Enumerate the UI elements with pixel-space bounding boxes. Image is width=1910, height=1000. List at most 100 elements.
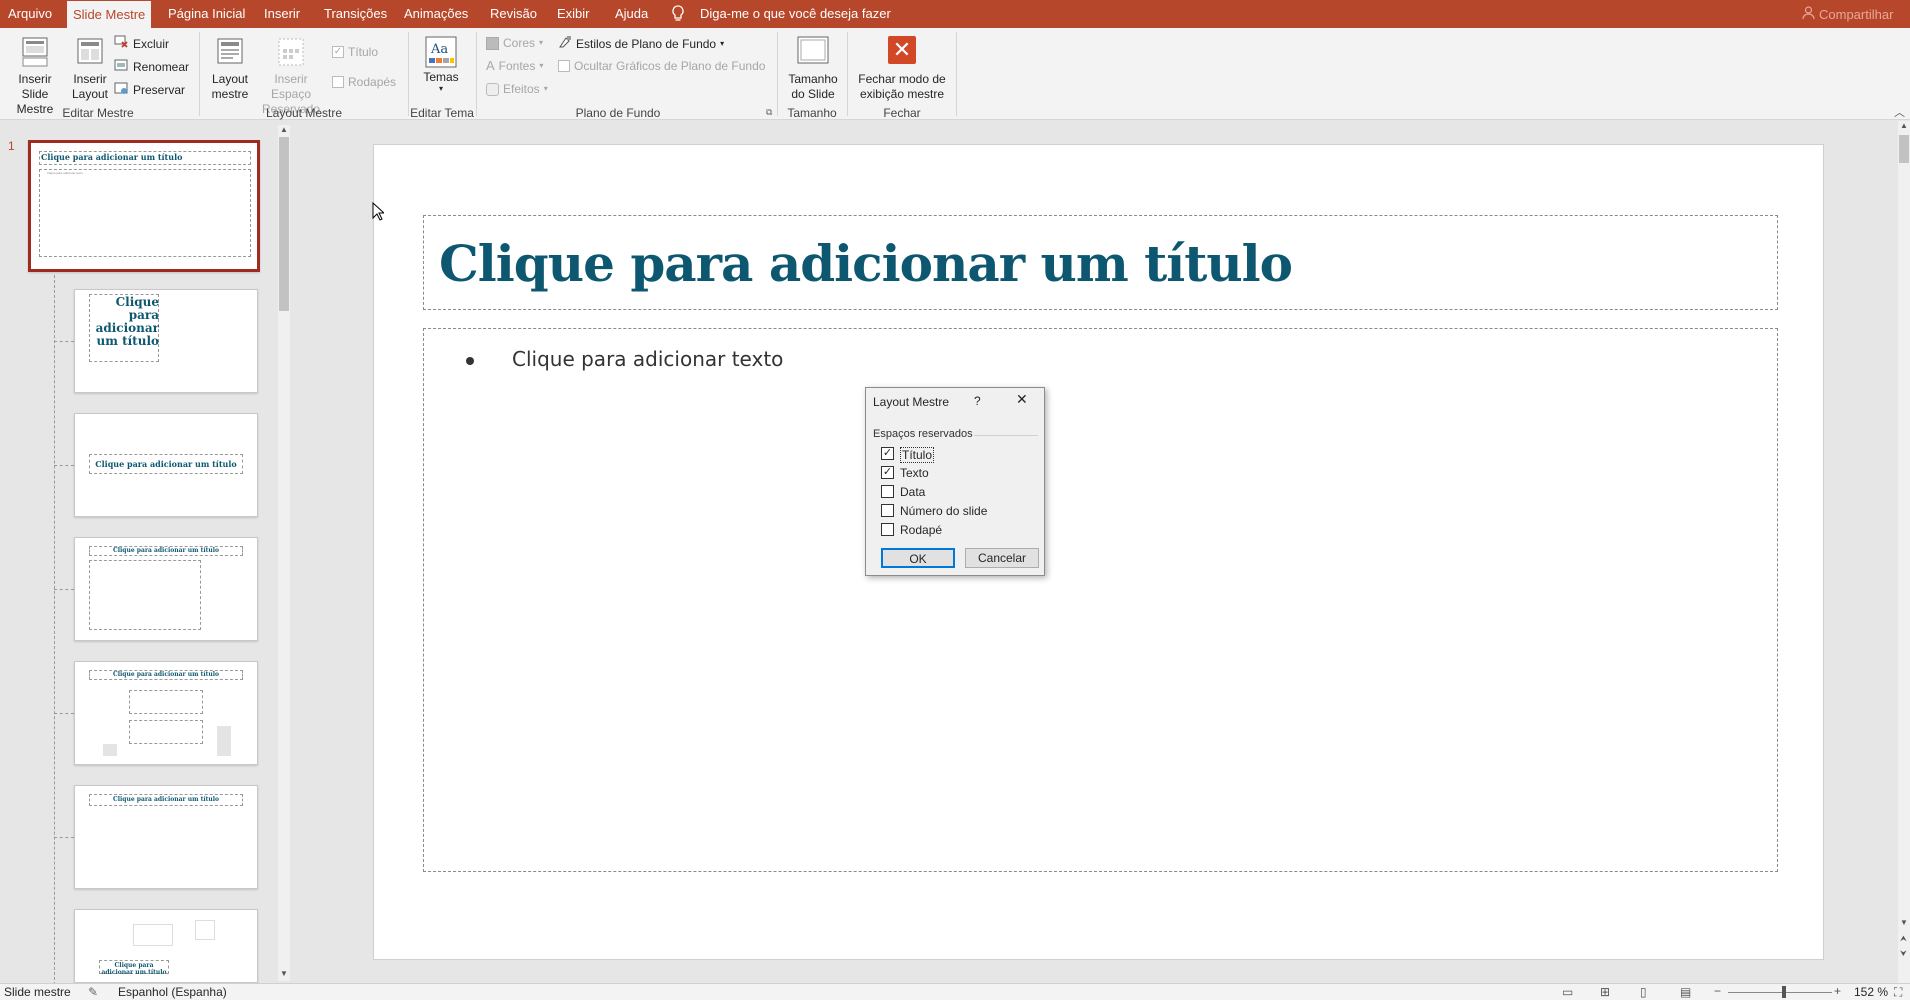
- reading-view-icon[interactable]: ▯: [1640, 985, 1647, 999]
- tab-arquivo[interactable]: Arquivo: [2, 0, 58, 28]
- close-master-label: Fechar modo de exibição mestre: [858, 72, 946, 101]
- close-icon[interactable]: ✕: [1016, 391, 1028, 408]
- canvas-scrollbar[interactable]: ▲ ▼ ⮝ ⮟: [1898, 121, 1910, 983]
- scroll-thumb[interactable]: [279, 137, 289, 311]
- zoom-slider-thumb[interactable]: [1782, 986, 1786, 998]
- fit-slide-icon[interactable]: ⛶: [1894, 985, 1902, 1000]
- scroll-down-icon[interactable]: ▼: [1900, 918, 1908, 927]
- thumbnail-layout-5[interactable]: Clique para adicionar um título: [74, 661, 258, 765]
- tab-ajuda[interactable]: Ajuda: [609, 0, 654, 28]
- scroll-up-icon[interactable]: ▲: [280, 125, 288, 134]
- help-button[interactable]: ?: [974, 394, 981, 408]
- scroll-thumb[interactable]: [1899, 135, 1909, 163]
- dialog-launcher-icon[interactable]: ⧉: [766, 107, 772, 118]
- tab-revisao[interactable]: Revisão: [484, 0, 543, 28]
- thumbnail-layout-4[interactable]: Clique para adicionar um título: [74, 537, 258, 641]
- slide-number-checkbox[interactable]: [881, 504, 894, 517]
- date-checkbox[interactable]: [881, 485, 894, 498]
- hide-background-graphics-checkbox[interactable]: Ocultar Gráficos de Plano de Fundo: [558, 58, 765, 74]
- preserve-label: Preservar: [133, 83, 186, 97]
- thumbnail-layout-2[interactable]: Clique para adicionar um título: [74, 289, 258, 393]
- tab-transicoes[interactable]: Transições: [318, 0, 393, 28]
- tab-pagina-inicial[interactable]: Página Inicial: [162, 0, 251, 28]
- collapse-ribbon-icon[interactable]: ︿: [1894, 104, 1905, 120]
- insert-layout-button[interactable]: Inserir Layout: [70, 36, 110, 102]
- text-checkbox[interactable]: ✓: [881, 466, 894, 479]
- master-layout-button[interactable]: Layout mestre: [208, 36, 252, 102]
- share-button[interactable]: Compartilhar: [1802, 6, 1893, 23]
- tree-connector: [54, 837, 74, 838]
- chevron-down-icon: ▾: [720, 39, 725, 48]
- tab-exibir[interactable]: Exibir: [551, 0, 596, 28]
- zoom-level[interactable]: 152 %: [1854, 985, 1888, 999]
- tab-slide-mestre[interactable]: Slide Mestre: [67, 1, 152, 28]
- body-placeholder[interactable]: Clique para adicionar texto: [423, 328, 1778, 872]
- cancel-button[interactable]: Cancelar: [965, 548, 1039, 568]
- zoom-slider[interactable]: [1728, 992, 1832, 993]
- date-option-label: Data: [900, 485, 926, 499]
- insert-layout-label: Inserir Layout: [71, 72, 109, 101]
- group-label-master-layout: Layout Mestre: [265, 106, 343, 120]
- language-label[interactable]: Espanhol (Espanha): [118, 985, 227, 999]
- ok-button[interactable]: OK: [881, 548, 955, 568]
- thumb-title: Clique para adicionar um título: [112, 671, 220, 678]
- themes-button[interactable]: Aa Temas ▾: [420, 36, 462, 93]
- thumbnail-layout-7[interactable]: Clique para adicionar um título: [74, 909, 258, 983]
- insert-slide-master-button[interactable]: Inserir Slide Mestre: [4, 36, 66, 117]
- text-option-label: Texto: [900, 466, 929, 480]
- bullet-icon: [466, 357, 474, 365]
- thumb-body-placeholder: [129, 720, 203, 744]
- hide-background-label: Ocultar Gráficos de Plano de Fundo: [574, 59, 766, 73]
- colors-dropdown[interactable]: Cores ▾: [486, 35, 543, 51]
- slideshow-icon[interactable]: ▤: [1680, 985, 1691, 999]
- thumbnail-pane: 1 Clique para adicionar um título Clique…: [0, 121, 296, 985]
- spelling-icon[interactable]: ✎: [88, 985, 98, 999]
- fonts-dropdown[interactable]: A Fontes ▾: [486, 58, 543, 74]
- thumbnail-layout-3[interactable]: Clique para adicionar um título: [74, 413, 258, 517]
- effects-icon: [486, 82, 499, 96]
- delete-button[interactable]: Excluir: [114, 35, 169, 53]
- tab-inserir[interactable]: Inserir: [258, 0, 306, 28]
- status-bar: Slide mestre ✎ Espanhol (Espanha) ▭ ⊞ ▯ …: [0, 983, 1910, 1000]
- normal-view-icon[interactable]: ▭: [1562, 985, 1573, 999]
- scroll-down-icon[interactable]: ▼: [280, 969, 288, 978]
- footer-checkbox[interactable]: [881, 523, 894, 536]
- background-styles-dropdown[interactable]: Estilos de Plano de Fundo ▾: [558, 35, 724, 53]
- next-slide-icon[interactable]: ⮟: [1900, 949, 1907, 959]
- thumb-decoration: [195, 920, 215, 940]
- slide-size-button[interactable]: Tamanho do Slide: [784, 34, 842, 102]
- thumb-body-placeholder: [89, 560, 201, 630]
- title-check-label: Título: [348, 45, 379, 59]
- footers-checkbox[interactable]: Rodapés: [332, 74, 396, 90]
- slide-master: Clique para adicionar um título Clique p…: [373, 144, 1824, 960]
- thumbnail-layout-6[interactable]: Clique para adicionar um título: [74, 785, 258, 889]
- previous-slide-icon[interactable]: ⮝: [1900, 934, 1907, 944]
- thumb-title: Clique para adicionar um título: [101, 962, 167, 976]
- thumb-body-text: Clique para adicionar texto: [47, 171, 83, 175]
- thumbnail-master[interactable]: Clique para adicionar um título Clique p…: [28, 140, 260, 272]
- title-checkbox[interactable]: ✓ Título: [332, 44, 378, 60]
- scroll-up-icon[interactable]: ▲: [1900, 121, 1908, 130]
- close-master-view-button[interactable]: ✕ Fechar modo de exibição mestre: [854, 36, 950, 102]
- tab-animacoes[interactable]: Animações: [398, 0, 474, 28]
- thumb-title: Clique para adicionar um título: [95, 459, 237, 469]
- tree-connector: [54, 275, 55, 985]
- zoom-out-icon[interactable]: −: [1714, 984, 1721, 998]
- svg-text:Aa: Aa: [430, 42, 448, 57]
- rename-icon: [114, 58, 129, 76]
- rename-button[interactable]: Renomear: [114, 58, 189, 76]
- slide-sorter-icon[interactable]: ⊞: [1600, 985, 1610, 999]
- zoom-in-icon[interactable]: +: [1834, 984, 1841, 998]
- tell-me-search[interactable]: Diga-me o que você deseja fazer: [694, 0, 897, 28]
- thumbnail-scrollbar[interactable]: ▲ ▼: [278, 125, 290, 981]
- title-checkbox[interactable]: ✓: [881, 447, 894, 460]
- section-divider: [974, 435, 1038, 436]
- thumb-title: Clique para adicionar um título: [112, 796, 220, 803]
- effects-dropdown[interactable]: Efeitos ▾: [486, 81, 548, 97]
- group-label-size: Tamanho: [787, 106, 837, 120]
- insert-placeholder-button[interactable]: Inserir Espaço Reservado: [254, 36, 328, 117]
- preserve-button[interactable]: Preservar: [114, 81, 185, 99]
- title-placeholder[interactable]: Clique para adicionar um título: [423, 215, 1778, 310]
- colors-icon: [486, 36, 499, 50]
- background-styles-label: Estilos de Plano de Fundo: [576, 37, 717, 51]
